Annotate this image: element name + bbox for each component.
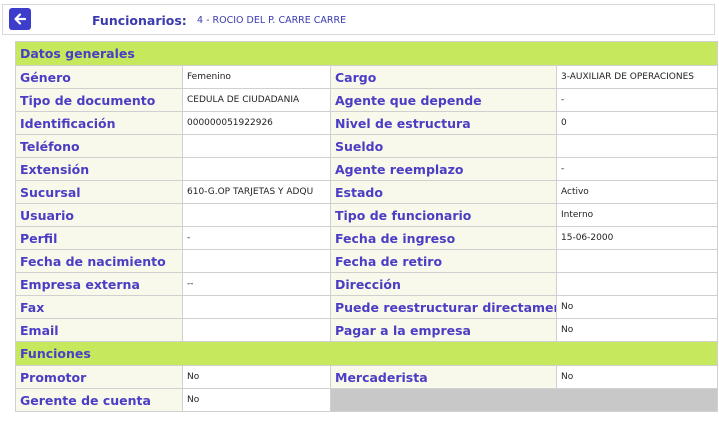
field-value: -: [182, 226, 331, 250]
field-value: Activo: [555, 180, 719, 204]
header-bar: Funcionarios: 4 - ROCIO DEL P. CARRE CAR…: [2, 4, 715, 35]
employee-name: 4 - ROCIO DEL P. CARRE CARRE: [197, 15, 347, 26]
field-value: [182, 295, 331, 319]
field-label: Teléfono: [15, 134, 183, 158]
details-row: Tipo de documento CEDULA DE CIUDADANIA Age…: [15, 88, 719, 112]
empty-cell: [329, 388, 719, 412]
field-value: --: [182, 272, 331, 296]
field-value: [555, 134, 719, 158]
field-value: [182, 203, 331, 227]
field-label: Estado: [330, 180, 557, 204]
field-value: No: [555, 318, 719, 342]
section-title: Datos generales: [14, 41, 719, 66]
section-title: Funciones: [14, 341, 719, 366]
field-label: Nivel de estructura: [330, 111, 557, 135]
details-row: Extensión Agente reemplazo -: [15, 157, 719, 181]
field-label: Puede reestructurar directamente: [330, 295, 557, 319]
field-label: Gerente de cuenta: [15, 388, 183, 412]
field-label: Sueldo: [330, 134, 557, 158]
field-value: [182, 249, 331, 273]
field-label: Cargo: [330, 65, 557, 89]
field-label: Mercaderista: [330, 365, 557, 389]
section-header-general: Datos generales: [14, 41, 719, 66]
field-label: Pagar a la empresa: [330, 318, 557, 342]
field-value: [182, 134, 331, 158]
field-label: Usuario: [15, 203, 183, 227]
details-row: Teléfono Sueldo: [15, 134, 719, 158]
field-value: No: [182, 365, 331, 389]
details-row: Promotor No Mercaderista No: [15, 365, 719, 389]
details-row: Fax Puede reestructurar directamente No: [15, 295, 719, 319]
field-label: Tipo de documento: [15, 88, 183, 112]
field-label: Promotor: [15, 365, 183, 389]
details-row: Sucursal 610-G.OP TARJETAS Y ADQU Estado Ac…: [15, 180, 719, 204]
field-value: Interno: [555, 203, 719, 227]
field-label: Perfil: [15, 226, 183, 250]
field-value: CEDULA DE CIUDADANIA: [182, 88, 331, 112]
field-label: Fecha de nacimiento: [15, 249, 183, 273]
field-value: -: [555, 157, 719, 181]
field-value: 15-06-2000: [555, 226, 719, 250]
field-value: [182, 157, 331, 181]
details-row: Empresa externa -- Dirección: [15, 272, 719, 296]
field-label: Sucursal: [15, 180, 183, 204]
details-row: Gerente de cuenta No: [15, 388, 719, 412]
field-label: Fax: [15, 295, 183, 319]
field-label: Identificación: [15, 111, 183, 135]
field-label: Fecha de retiro: [330, 249, 557, 273]
details-row: Perfil - Fecha de ingreso 15-06-2000: [15, 226, 719, 250]
field-label: Dirección: [330, 272, 557, 296]
field-value: No: [555, 365, 719, 389]
field-label: Agente reemplazo: [330, 157, 557, 181]
field-label: Tipo de funcionario: [330, 203, 557, 227]
field-value: 3-AUXILIAR DE OPERACIONES: [555, 65, 719, 89]
field-value: Femenino: [182, 65, 331, 89]
arrow-left-icon: [14, 13, 27, 25]
field-value: 000000051922926: [182, 111, 331, 135]
field-value: [555, 249, 719, 273]
back-button[interactable]: [9, 8, 31, 30]
field-label: Email: [15, 318, 183, 342]
field-value: 610-G.OP TARJETAS Y ADQU: [182, 180, 331, 204]
field-value: [182, 318, 331, 342]
details-row: Fecha de nacimiento Fecha de retiro: [15, 249, 719, 273]
field-value: [555, 272, 719, 296]
field-value: -: [555, 88, 719, 112]
details-table: Datos generales Género Femenino Cargo 3-AUX…: [14, 41, 719, 412]
details-row: Email Pagar a la empresa No: [15, 318, 719, 342]
field-value: 0: [555, 111, 719, 135]
details-row: Usuario Tipo de funcionario Interno: [15, 203, 719, 227]
employees-label: Funcionarios:: [92, 13, 187, 28]
details-row: Identificación 000000051922926 Nivel de es…: [15, 111, 719, 135]
section-header-functions: Funciones: [14, 341, 719, 366]
field-label: Fecha de ingreso: [330, 226, 557, 250]
field-value: No: [555, 295, 719, 319]
field-value: No: [182, 388, 331, 412]
field-label: Género: [15, 65, 183, 89]
field-label: Empresa externa: [15, 272, 183, 296]
field-label: Extensión: [15, 157, 183, 181]
details-row: Género Femenino Cargo 3-AUXILIAR DE OPERACI…: [15, 65, 719, 89]
field-label: Agente que depende: [330, 88, 557, 112]
employee-details-panel: Datos generales Género Femenino Cargo 3-AUX…: [14, 41, 719, 412]
